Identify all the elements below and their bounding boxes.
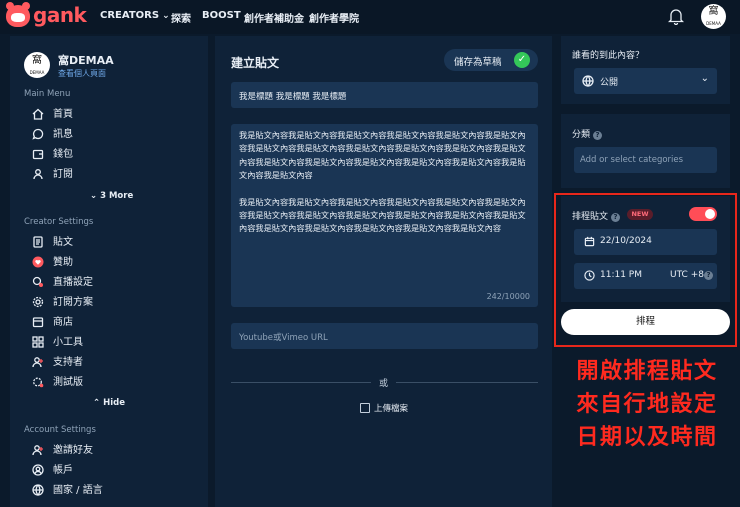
bell-icon[interactable] [668,7,684,25]
logo-text[interactable]: gank [33,3,87,27]
annotation-line: 開啟排程貼文 [576,359,718,384]
profile-avatar[interactable]: 窩 DEMAA [24,52,50,78]
top-bar: gank CREATORS ⌄ 探索 BOOST 創作者補助金 創作者學院 窩 DE… [0,0,740,34]
visibility-panel: 誰看的到此內容？ 公開 ⌄ [561,36,730,104]
sidebar: 窩 DEMAA 窩DEMAA 查看個人頁面 Main Menu 首頁 訊息 錢包 … [10,36,208,507]
show-more-button[interactable]: ⌄ 3 More [90,191,133,201]
body-paragraph: 我是貼文內容我是貼文內容我是貼文內容我是貼文內容我是貼文內容我是貼文內容我是貼文… [239,196,526,234]
view-profile-link[interactable]: 查看個人頁面 [58,68,106,79]
upload-file-button[interactable]: 上傳檔案 [360,402,408,414]
page-title: 建立貼文 [231,56,280,70]
account-icon [32,464,44,476]
profile-name: 窩DEMAA [58,54,114,67]
visibility-select[interactable]: 公開 ⌄ [574,68,717,94]
category-panel: 分類? Add or select categories [561,114,730,188]
body-paragraph: 我是貼文內容我是貼文內容我是貼文內容我是貼文內容我是貼文內容我是貼文內容我是貼文… [239,130,526,181]
document-icon [33,236,43,248]
nav-explore[interactable]: 探索 [171,10,191,25]
post-editor: 建立貼文 儲存為草稿 ✓ 我是標題 我是標題 我是標題 我是貼文內容我是貼文內容… [215,36,552,507]
annotation-line: 日期以及時間 [576,425,718,450]
gank-logo-icon[interactable] [6,2,30,27]
user-avatar[interactable]: 窩 DEMAA [701,4,726,29]
heart-icon [32,256,44,268]
chevron-up-icon: ⌃ [93,398,104,408]
category-label: 分類? [572,127,603,140]
annotation-line: 來自行地設定 [576,392,718,417]
video-url-input[interactable]: Youtube或Vimeo URL [231,323,538,349]
nav-boost[interactable]: BOOST [202,10,241,21]
hide-button[interactable]: ⌃ Hide [93,398,125,408]
chevron-down-icon: ⌄ [162,11,170,21]
help-icon[interactable]: ? [593,131,603,140]
account-settings-title: Account Settings [24,425,96,435]
nav-creators[interactable]: CREATORS ⌄ [100,10,170,21]
home-icon [32,108,44,120]
widgets-icon [32,336,44,348]
divider [396,382,538,383]
user-icon [33,169,43,180]
character-counter: 242/10000 [486,291,530,301]
settings-icon [32,296,44,308]
store-icon [32,317,44,328]
category-input[interactable]: Add or select categories [574,147,717,173]
chevron-down-icon: ⌄ [700,73,709,84]
divider [231,382,371,383]
or-text: 或 [379,379,389,389]
supporter-icon [32,357,43,368]
main-menu-title: Main Menu [24,89,71,99]
invite-icon [32,445,43,456]
live-icon [32,276,43,287]
wallet-icon [32,149,44,160]
visibility-label: 誰看的到此內容？ [572,51,645,61]
beta-icon [33,377,44,388]
globe-icon [32,484,44,496]
nav-grant[interactable]: 創作者補助金 [244,10,304,25]
globe-icon [582,75,594,87]
post-title-input[interactable]: 我是標題 我是標題 我是標題 [231,82,538,108]
creator-settings-title: Creator Settings [24,217,94,227]
image-icon [360,403,370,413]
chat-icon [32,128,44,140]
check-icon: ✓ [514,52,530,68]
highlight-box [554,193,737,347]
save-draft-button[interactable]: 儲存為草稿 ✓ [444,49,538,71]
chevron-down-icon: ⌄ [90,191,101,201]
nav-academy[interactable]: 創作者學院 [309,10,359,25]
post-body-textarea[interactable]: 我是貼文內容我是貼文內容我是貼文內容我是貼文內容我是貼文內容我是貼文內容我是貼文… [231,124,538,307]
